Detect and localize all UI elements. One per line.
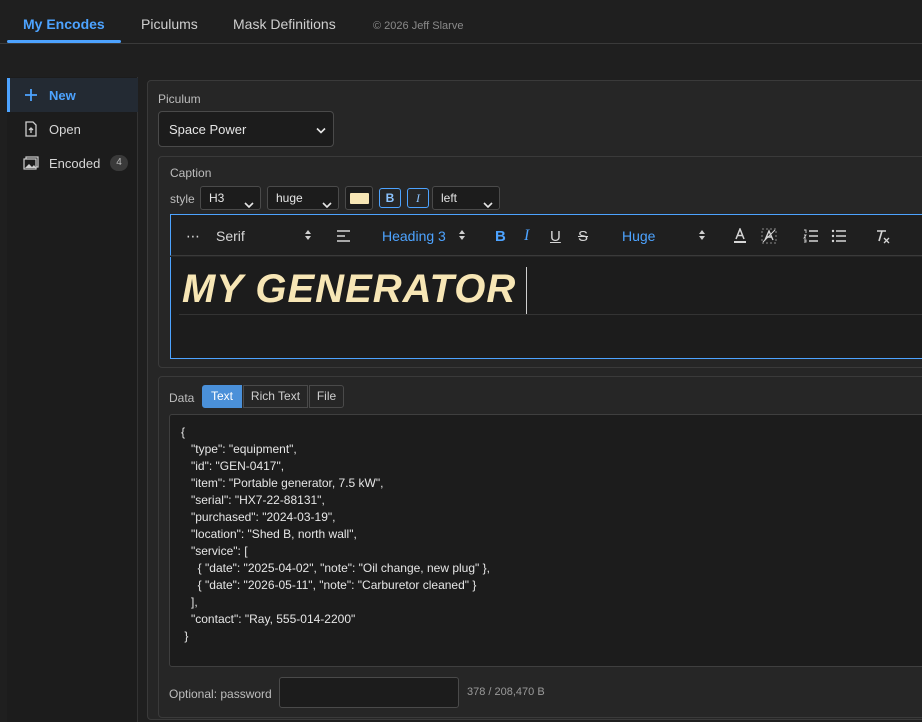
- mode-tab-file[interactable]: File: [309, 385, 344, 408]
- font-family-select[interactable]: Serif: [216, 215, 312, 257]
- sidebar-item-label: New: [49, 87, 76, 103]
- image-icon: [23, 155, 39, 171]
- mode-tab-text[interactable]: Text: [202, 385, 242, 408]
- chevron-down-icon: [483, 193, 493, 215]
- top-nav: My Encodes Piculums Mask Definitions © 2…: [0, 0, 922, 44]
- sort-arrows-icon: [304, 228, 312, 244]
- clear-formatting-icon[interactable]: [875, 215, 891, 257]
- heading-format-value: Heading 3: [382, 228, 446, 244]
- piculum-select[interactable]: Space Power: [158, 111, 334, 147]
- strikethrough-button[interactable]: S: [578, 215, 588, 257]
- size-select-value: huge: [276, 191, 303, 205]
- plus-icon: [23, 87, 39, 103]
- text-cursor: [526, 267, 527, 315]
- heading-format-select[interactable]: Heading 3: [382, 215, 466, 257]
- tab-mask-definitions[interactable]: Mask Definitions: [233, 0, 336, 43]
- font-color-icon[interactable]: [733, 215, 747, 257]
- font-family-value: Serif: [216, 228, 245, 244]
- data-textarea[interactable]: { "type": "equipment", "id": "GEN-0417",…: [169, 414, 922, 667]
- sidebar-item-new[interactable]: New: [7, 78, 138, 112]
- more-options-button[interactable]: ⋯: [186, 215, 200, 257]
- mode-tab-rich-text[interactable]: Rich Text: [243, 385, 308, 408]
- file-upload-icon: [23, 121, 39, 137]
- sidebar-item-label: Encoded: [49, 155, 101, 171]
- sidebar-item-encoded[interactable]: Encoded 4: [7, 146, 138, 180]
- chevron-down-icon: [322, 193, 332, 215]
- active-tab-indicator: [7, 40, 121, 43]
- ordered-list-icon[interactable]: [803, 215, 819, 257]
- text-color-button[interactable]: [345, 186, 373, 210]
- bullet-list-icon[interactable]: [831, 215, 847, 257]
- align-select[interactable]: left: [432, 186, 500, 210]
- piculum-selected-value: Space Power: [169, 121, 247, 137]
- chevron-down-icon: [316, 122, 326, 137]
- style-label: style: [170, 192, 195, 206]
- color-swatch: [350, 193, 369, 204]
- rich-text-toolbar: ⋯ Serif Heading 3 B I U S Huge: [170, 214, 922, 256]
- data-label: Data: [169, 391, 195, 405]
- sort-arrows-icon: [698, 228, 706, 244]
- text-size-value: Huge: [622, 228, 656, 244]
- sort-arrows-icon: [458, 228, 466, 244]
- bold-toggle[interactable]: B: [379, 188, 401, 208]
- heading-select-value: H3: [209, 191, 225, 205]
- data-content: { "type": "equipment", "id": "GEN-0417",…: [181, 425, 490, 643]
- caption-text: MY GENERATOR: [182, 267, 517, 311]
- bold-button[interactable]: B: [495, 215, 506, 257]
- password-label: Optional: password: [169, 687, 272, 701]
- align-left-icon[interactable]: [336, 215, 351, 257]
- sidebar: New Open Encoded 4: [7, 77, 138, 722]
- size-info: 378 / 208,470 B: [467, 686, 545, 698]
- background-color-icon[interactable]: [761, 215, 777, 257]
- underline-button[interactable]: U: [550, 215, 561, 257]
- align-select-value: left: [441, 191, 458, 205]
- sidebar-item-open[interactable]: Open: [7, 112, 138, 146]
- piculum-label: Piculum: [158, 92, 201, 106]
- caption-editor[interactable]: MY GENERATOR: [170, 257, 922, 359]
- italic-button[interactable]: I: [524, 215, 529, 257]
- caption-label: Caption: [170, 166, 212, 180]
- italic-toggle[interactable]: I: [407, 188, 429, 208]
- count-badge: 4: [110, 155, 128, 171]
- copyright-text: © 2026 Jeff Slarve: [373, 20, 464, 32]
- size-select[interactable]: huge: [267, 186, 339, 210]
- editor-divider: [179, 314, 922, 315]
- tab-piculums[interactable]: Piculums: [141, 0, 198, 43]
- heading-select[interactable]: H3: [200, 186, 261, 210]
- chevron-down-icon: [244, 193, 254, 215]
- text-size-select[interactable]: Huge: [622, 215, 706, 257]
- password-input[interactable]: [279, 677, 459, 708]
- tab-my-encodes[interactable]: My Encodes: [23, 0, 105, 43]
- sidebar-item-label: Open: [49, 121, 81, 137]
